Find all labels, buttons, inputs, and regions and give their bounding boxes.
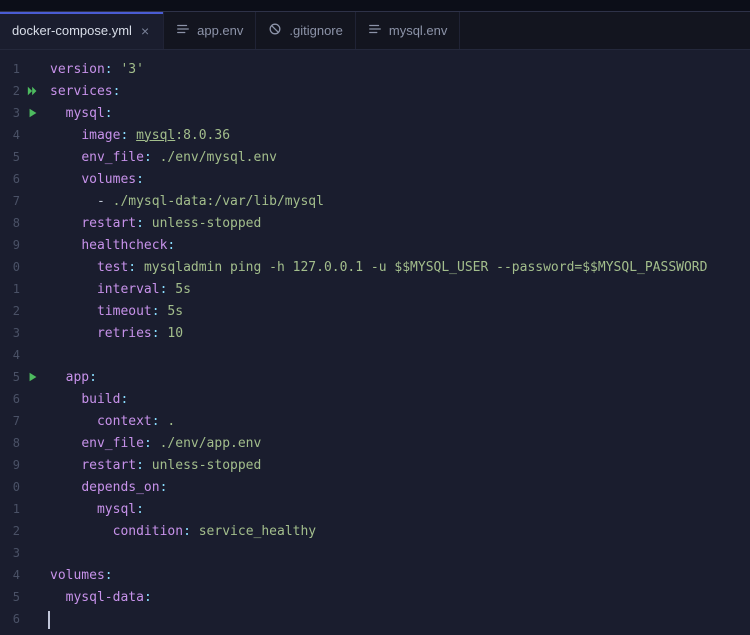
code-line[interactable]: healthcheck: [50, 234, 750, 256]
tab-label: mysql.env [389, 23, 448, 38]
run-icon[interactable] [22, 371, 44, 383]
line-number: 1 [0, 62, 22, 76]
line-number: 5 [0, 370, 22, 384]
window-top-strip [0, 0, 750, 12]
code-line[interactable]: mysql: [50, 102, 750, 124]
code-line[interactable]: volumes: [50, 168, 750, 190]
code-area[interactable]: version: '3'services: mysql: image: mysq… [48, 50, 750, 635]
code-line[interactable]: services: [50, 80, 750, 102]
tab-docker-compose[interactable]: docker-compose.yml × [0, 12, 164, 49]
close-icon[interactable]: × [139, 24, 151, 38]
tab-bar: docker-compose.yml × app.env .gitignore … [0, 12, 750, 50]
line-number: 4 [0, 128, 22, 142]
code-line[interactable] [50, 608, 750, 630]
line-number: 6 [0, 392, 22, 406]
line-number: 7 [0, 414, 22, 428]
line-number: 9 [0, 238, 22, 252]
code-line[interactable]: retries: 10 [50, 322, 750, 344]
gutter: 1 2 3 4 5 6 7 8 9 0 1 2 3 4 5 6 7 8 9 0 1 2 3 4 5 6 [0, 50, 48, 635]
code-line[interactable]: build: [50, 388, 750, 410]
tab-app-env[interactable]: app.env [164, 12, 256, 49]
line-number: 9 [0, 458, 22, 472]
code-line[interactable]: image: mysql:8.0.36 [50, 124, 750, 146]
line-number: 6 [0, 612, 22, 626]
line-number: 4 [0, 348, 22, 362]
code-line[interactable]: restart: unless-stopped [50, 454, 750, 476]
code-line[interactable]: mysql-data: [50, 586, 750, 608]
code-line[interactable]: test: mysqladmin ping -h 127.0.0.1 -u $$… [50, 256, 750, 278]
line-number: 8 [0, 436, 22, 450]
editor: 1 2 3 4 5 6 7 8 9 0 1 2 3 4 5 6 7 8 9 0 1 2 3 4 5 6 version: '3's… [0, 50, 750, 635]
code-line[interactable]: interval: 5s [50, 278, 750, 300]
code-line[interactable]: version: '3' [50, 58, 750, 80]
code-line[interactable]: timeout: 5s [50, 300, 750, 322]
code-line[interactable]: restart: unless-stopped [50, 212, 750, 234]
line-number: 7 [0, 194, 22, 208]
code-line[interactable]: condition: service_healthy [50, 520, 750, 542]
code-line[interactable]: mysql: [50, 498, 750, 520]
line-number: 6 [0, 172, 22, 186]
line-number: 5 [0, 590, 22, 604]
code-line[interactable]: app: [50, 366, 750, 388]
lines-icon [368, 22, 382, 39]
tab-label: docker-compose.yml [12, 23, 132, 38]
code-line[interactable]: - ./mysql-data:/var/lib/mysql [50, 190, 750, 212]
line-number: 0 [0, 260, 22, 274]
cursor [48, 611, 50, 629]
run-all-icon[interactable] [22, 85, 44, 97]
lines-icon [176, 22, 190, 39]
line-number: 2 [0, 84, 22, 98]
line-number: 3 [0, 326, 22, 340]
code-line[interactable]: env_file: ./env/mysql.env [50, 146, 750, 168]
tab-mysql-env[interactable]: mysql.env [356, 12, 461, 49]
line-number: 4 [0, 568, 22, 582]
line-number: 1 [0, 282, 22, 296]
code-line[interactable]: depends_on: [50, 476, 750, 498]
tab-gitignore[interactable]: .gitignore [256, 12, 355, 49]
code-line[interactable]: context: . [50, 410, 750, 432]
line-number: 2 [0, 524, 22, 538]
line-number: 5 [0, 150, 22, 164]
line-number: 3 [0, 106, 22, 120]
code-line[interactable]: env_file: ./env/app.env [50, 432, 750, 454]
line-number: 8 [0, 216, 22, 230]
code-line[interactable] [50, 542, 750, 564]
line-number: 2 [0, 304, 22, 318]
line-number: 1 [0, 502, 22, 516]
code-line[interactable]: volumes: [50, 564, 750, 586]
line-number: 0 [0, 480, 22, 494]
tab-label: .gitignore [289, 23, 342, 38]
tab-label: app.env [197, 23, 243, 38]
line-number: 3 [0, 546, 22, 560]
code-line[interactable] [50, 344, 750, 366]
run-icon[interactable] [22, 107, 44, 119]
block-icon [268, 22, 282, 39]
